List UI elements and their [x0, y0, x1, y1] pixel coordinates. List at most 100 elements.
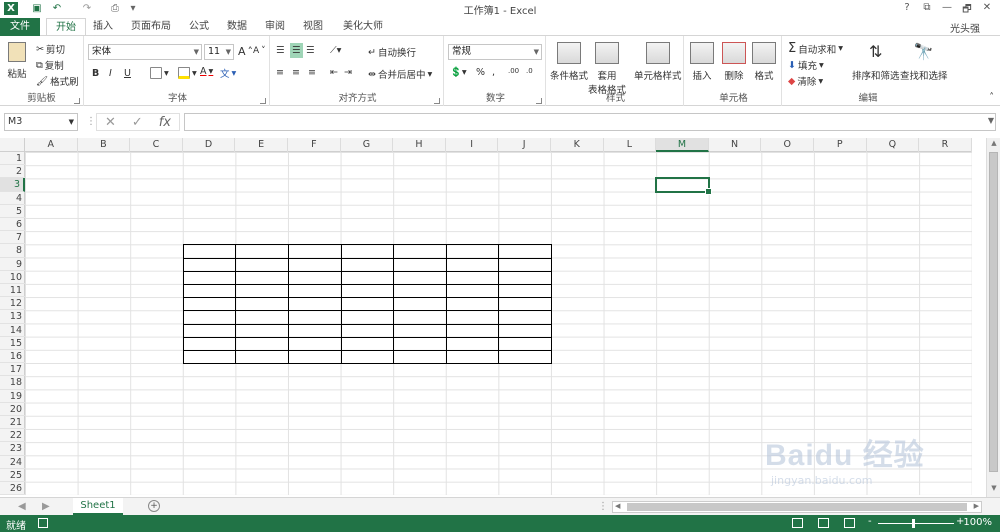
table-cell[interactable] — [287, 336, 342, 351]
table-cell[interactable] — [340, 297, 395, 312]
select-all-corner[interactable] — [0, 138, 25, 152]
vertical-scrollbar[interactable]: ▲ ▼ — [986, 138, 1000, 497]
macro-record-icon[interactable] — [38, 518, 48, 528]
table-cell[interactable] — [340, 323, 395, 338]
table-cell[interactable] — [287, 244, 342, 259]
vertical-scroll-thumb[interactable] — [989, 152, 998, 472]
currency-button[interactable]: 💲▾ — [450, 67, 467, 78]
row-header-1[interactable]: 1 — [0, 152, 25, 166]
table-cell[interactable] — [393, 270, 447, 285]
find-select-button[interactable]: 🔭 查找和选择 — [900, 42, 948, 82]
table-cell[interactable] — [445, 349, 500, 365]
expand-formula-icon[interactable]: ▼ — [988, 116, 994, 125]
row-header-14[interactable]: 14 — [0, 324, 25, 337]
table-cell[interactable] — [287, 297, 342, 312]
table-cell[interactable] — [498, 310, 552, 325]
horizontal-scroll-thumb[interactable] — [627, 503, 967, 511]
row-header-3[interactable]: 3 — [0, 178, 25, 192]
table-cell[interactable] — [340, 244, 395, 259]
table-cell[interactable] — [182, 323, 237, 338]
column-header-n[interactable]: N — [709, 138, 762, 152]
table-cell[interactable] — [340, 336, 395, 351]
horizontal-scrollbar[interactable]: ◀ ▶ — [612, 501, 982, 513]
increase-indent-button[interactable]: ⇥ — [344, 67, 352, 78]
table-cell[interactable] — [445, 323, 500, 338]
row-header-7[interactable]: 7 — [0, 231, 25, 245]
row-header-23[interactable]: 23 — [0, 442, 25, 456]
next-sheet-icon[interactable]: ▶ — [42, 501, 50, 512]
table-cell[interactable] — [393, 257, 447, 272]
table-cell[interactable] — [287, 310, 342, 325]
table-cell[interactable] — [235, 336, 289, 351]
column-header-i[interactable]: I — [446, 138, 499, 152]
fill-button[interactable]: ⬇ 填充 ▾ — [788, 58, 824, 73]
column-header-p[interactable]: P — [814, 138, 867, 152]
cell-styles-button[interactable]: 单元格样式 — [634, 42, 682, 82]
row-header-25[interactable]: 25 — [0, 469, 25, 482]
row-header-15[interactable]: 15 — [0, 337, 25, 350]
copy-button[interactable]: ⧉ 复制 — [36, 58, 64, 73]
insert-function-icon[interactable]: fx — [159, 115, 171, 130]
row-header-2[interactable]: 2 — [0, 165, 25, 179]
page-break-view-icon[interactable] — [844, 518, 855, 528]
zoom-out-button[interactable]: - — [868, 516, 872, 527]
tab-insert[interactable]: 插入 — [88, 18, 118, 36]
row-header-24[interactable]: 24 — [0, 456, 25, 469]
tab-file[interactable]: 文件 — [0, 18, 40, 36]
tab-data[interactable]: 数据 — [222, 18, 252, 36]
column-header-d[interactable]: D — [183, 138, 236, 152]
column-header-l[interactable]: L — [604, 138, 657, 152]
table-cell[interactable] — [393, 336, 447, 351]
table-cell[interactable] — [340, 270, 395, 285]
underline-button[interactable]: U — [124, 68, 131, 79]
table-cell[interactable] — [235, 349, 289, 365]
row-header-8[interactable]: 8 — [0, 244, 25, 258]
table-cell[interactable] — [235, 310, 289, 325]
scroll-down-icon[interactable]: ▼ — [987, 484, 1000, 496]
align-top-button[interactable]: ☰ — [276, 45, 285, 56]
table-cell[interactable] — [445, 270, 500, 285]
font-size-select[interactable]: 11 ▼ — [204, 44, 234, 60]
format-cells-button[interactable]: 格式 — [752, 42, 776, 82]
table-cell[interactable] — [340, 257, 395, 272]
table-cell[interactable] — [393, 310, 447, 325]
row-header-13[interactable]: 13 — [0, 310, 25, 324]
fill-color-button[interactable]: ▾ — [178, 67, 197, 79]
table-cell[interactable] — [182, 283, 237, 299]
row-header-16[interactable]: 16 — [0, 350, 25, 364]
row-header-19[interactable]: 19 — [0, 390, 25, 403]
autosum-button[interactable]: Σ 自动求和 ▾ — [788, 41, 843, 56]
worksheet-grid[interactable]: ABCDEFGHIJKLMNOPQR 1 2 3 4 5 6 7 8 9 10 11 12 13 14 15… — [0, 138, 986, 497]
row-header-4[interactable]: 4 — [0, 192, 25, 205]
table-cell[interactable] — [393, 349, 447, 365]
row-header-26[interactable]: 26 — [0, 482, 25, 496]
table-cell[interactable] — [182, 336, 237, 351]
table-cell[interactable] — [235, 283, 289, 299]
zoom-slider[interactable] — [878, 523, 954, 524]
sheet-tab-sheet1[interactable]: Sheet1 — [73, 498, 123, 515]
align-right-button[interactable]: ≡ — [308, 67, 316, 78]
comma-button[interactable]: , — [492, 67, 495, 78]
table-cell[interactable] — [235, 257, 289, 272]
normal-view-icon[interactable] — [792, 518, 803, 528]
row-header-5[interactable]: 5 — [0, 205, 25, 218]
scroll-right-icon[interactable]: ▶ — [974, 502, 979, 510]
cut-button[interactable]: ✂ 剪切 — [36, 42, 65, 57]
ribbon-options-icon[interactable]: ⧉ — [918, 2, 936, 15]
column-header-j[interactable]: J — [498, 138, 551, 152]
table-cell[interactable] — [445, 310, 500, 325]
percent-button[interactable]: % — [476, 67, 485, 78]
column-header-b[interactable]: B — [78, 138, 131, 152]
table-cell[interactable] — [340, 310, 395, 325]
align-left-button[interactable]: ≡ — [276, 67, 284, 78]
format-painter-button[interactable]: 🖌 格式刷 — [36, 74, 79, 89]
table-cell[interactable] — [340, 349, 395, 365]
scroll-left-icon[interactable]: ◀ — [615, 502, 620, 510]
table-cell[interactable] — [287, 283, 342, 299]
table-cell[interactable] — [445, 244, 500, 259]
table-cell[interactable] — [235, 323, 289, 338]
align-bottom-button[interactable]: ☰ — [306, 45, 315, 56]
table-cell[interactable] — [445, 336, 500, 351]
minimize-button[interactable]: — — [938, 2, 956, 15]
alignment-launcher-icon[interactable] — [434, 98, 440, 104]
